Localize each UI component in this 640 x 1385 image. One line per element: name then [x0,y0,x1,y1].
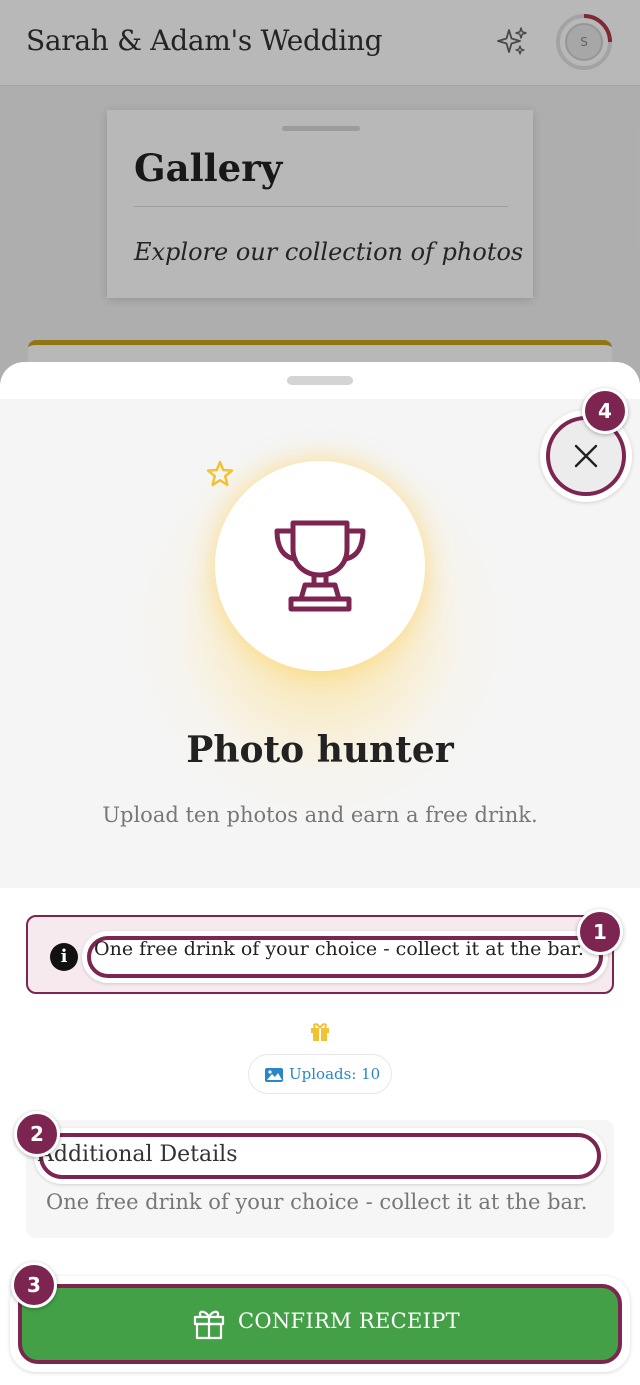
details-text: One free drink of your choice - collect … [46,1190,588,1214]
sheet-drag-handle[interactable] [287,376,353,385]
step-badge-1: 1 [577,909,623,955]
achievement-description: Upload ten photos and earn a free drink. [102,803,538,827]
uploads-count-chip: Uploads: 10 [248,1054,392,1094]
confirm-receipt-button[interactable]: CONFIRM RECEIPT [18,1284,622,1364]
confirm-highlight: CONFIRM RECEIPT [10,1276,630,1372]
additional-details-card: Additional Details One free drink of you… [26,1120,614,1238]
step-badge-2: 2 [14,1111,60,1157]
trophy-badge [215,461,425,671]
gift-icon [193,1310,225,1340]
confirm-receipt-label: CONFIRM RECEIPT [238,1309,460,1333]
achievement-sheet: Photo hunter Upload ten photos and earn … [0,362,640,1385]
gift-icon [311,1023,329,1041]
uploads-count: Uploads: 10 [289,1065,381,1083]
step-badge-4: 4 [582,388,628,434]
step-badge-3: 3 [11,1262,57,1308]
image-icon [265,1068,283,1082]
info-highlight: One free drink of your choice - collect … [82,931,608,983]
info-icon: i [50,943,78,971]
star-icon [206,460,234,487]
details-title: Additional Details [38,1142,238,1167]
info-banner: i One free drink of your choice - collec… [26,915,614,994]
close-icon [574,444,598,468]
achievement-title: Photo hunter [186,729,454,771]
trophy-icon [274,520,366,612]
info-text: One free drink of your choice - collect … [94,938,584,960]
